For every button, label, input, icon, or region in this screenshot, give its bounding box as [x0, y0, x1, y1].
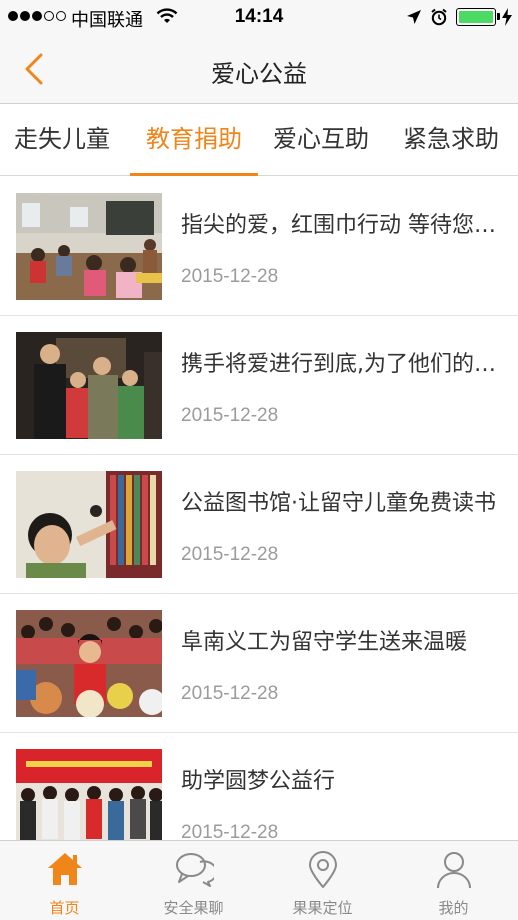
- tabbar-item-chat[interactable]: 安全果聊: [129, 841, 258, 920]
- news-date: 2015-12-28: [181, 683, 279, 704]
- tabbar-item-home[interactable]: 首页: [0, 841, 129, 920]
- tabbar-label: 安全果聊: [163, 899, 224, 917]
- alarm-clock-icon: [431, 8, 447, 26]
- tabbar-label: 果果定位: [292, 899, 353, 917]
- page-title: 爱心公益: [211, 60, 307, 88]
- navigation-bar: 爱心公益: [0, 34, 518, 104]
- location-arrow-icon: [407, 10, 421, 24]
- list-item[interactable]: 携手将爱进行到底,为了他们的明天 2015-12-28: [0, 316, 518, 455]
- bottom-tab-bar: 首页 安全果聊 果果定位 我的: [0, 840, 518, 920]
- location-pin-icon: [308, 851, 337, 888]
- list-item[interactable]: 助学圆梦公益行 2015-12-28: [0, 733, 518, 840]
- category-tabs: 走失儿童 教育捐助 爱心互助 紧急求助: [0, 105, 518, 176]
- list-item[interactable]: 公益图书馆·让留守儿童免费读书 2015-12-28: [0, 455, 518, 594]
- news-thumbnail: [16, 193, 162, 300]
- news-thumbnail: [16, 749, 162, 840]
- news-thumbnail: [16, 471, 162, 578]
- tab-missing-children[interactable]: 走失儿童: [14, 105, 110, 176]
- tab-mutual-aid[interactable]: 爱心互助: [273, 105, 369, 176]
- home-icon: [47, 853, 82, 885]
- news-thumbnail: [16, 610, 162, 717]
- chat-icon: [175, 853, 214, 887]
- tabbar-label: 首页: [49, 899, 80, 917]
- charging-bolt-icon: [502, 8, 512, 26]
- news-thumbnail: [16, 332, 162, 439]
- news-title: 助学圆梦公益行: [181, 769, 336, 794]
- tabbar-item-profile[interactable]: 我的: [389, 841, 518, 920]
- person-icon: [436, 852, 471, 889]
- battery-icon: [456, 8, 496, 26]
- status-bar: 中国联通 14:14: [0, 0, 518, 34]
- news-date: 2015-12-28: [181, 266, 279, 287]
- news-list: 指尖的爱，红围巾行动 等待您的加入 2015-12-28 携手将爱进行到底,为了…: [0, 177, 518, 840]
- battery-cap: [497, 13, 500, 20]
- news-title: 指尖的爱，红围巾行动 等待您的加入: [181, 213, 501, 238]
- tabbar-label: 我的: [438, 899, 469, 917]
- news-title: 携手将爱进行到底,为了他们的明天: [181, 352, 501, 377]
- tab-emergency-help[interactable]: 紧急求助: [403, 105, 499, 176]
- tabbar-item-location[interactable]: 果果定位: [258, 841, 387, 920]
- list-item[interactable]: 指尖的爱，红围巾行动 等待您的加入 2015-12-28: [0, 177, 518, 316]
- list-item[interactable]: 阜南义工为留守学生送来温暖 2015-12-28: [0, 594, 518, 733]
- tab-education-donation[interactable]: 教育捐助: [130, 105, 258, 176]
- news-title: 公益图书馆·让留守儿童免费读书: [181, 491, 496, 516]
- news-date: 2015-12-28: [181, 405, 279, 426]
- news-date: 2015-12-28: [181, 822, 279, 840]
- news-title: 阜南义工为留守学生送来温暖: [181, 630, 468, 655]
- news-date: 2015-12-28: [181, 544, 279, 565]
